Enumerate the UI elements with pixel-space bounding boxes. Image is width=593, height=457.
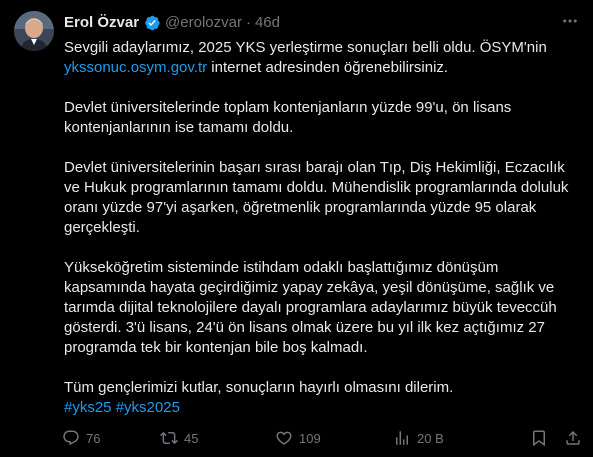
tweet-p1-text: Sevgili adaylarımız, 2025 YKS yerleştirm… (64, 39, 547, 56)
share-icon (566, 430, 580, 445)
avatar[interactable] (14, 11, 54, 51)
hashtags[interactable]: #yks25 #yks2025 (64, 398, 580, 418)
tweet-paragraph-4: Yükseköğretim sisteminde istihdam odaklı… (64, 259, 557, 356)
result-link[interactable]: ykssonuc.osym.gov.tr (64, 59, 207, 76)
views-chart-icon (396, 431, 408, 445)
tweet-card[interactable]: Erol Özvar @erolozvar · 46d Sevgili aday… (0, 0, 593, 457)
separator-dot: · (245, 14, 251, 31)
repost-count: 45 (184, 430, 199, 446)
tweet-paragraph-3: Devlet üniversitelerinin başarı sırası b… (64, 159, 569, 236)
like-button[interactable]: 109 (275, 429, 393, 447)
more-options-icon[interactable] (559, 10, 581, 32)
repost-icon (160, 431, 178, 445)
tweet-p1-tail: internet adresinden öğrenebilirsiniz. (207, 59, 449, 76)
tweet-header: Erol Özvar @erolozvar · 46d (64, 13, 584, 33)
verified-badge-icon (145, 15, 160, 31)
tweet-paragraph-5: Tüm gençlerimizi kutlar, sonuçların hayı… (64, 379, 454, 396)
heart-icon (276, 431, 292, 445)
views-count: 20 B (417, 430, 444, 446)
author-name[interactable]: Erol Özvar (64, 13, 139, 33)
reply-count: 76 (86, 430, 101, 446)
timestamp[interactable]: 46d (255, 13, 280, 33)
tweet-paragraph-2: Devlet üniversitelerinde toplam kontenja… (64, 99, 512, 136)
bookmark-icon (533, 430, 545, 447)
author-handle[interactable]: @erolozvar (165, 13, 242, 33)
reply-button[interactable]: 76 (62, 429, 160, 447)
tweet-actions: 76 45 109 20 B (62, 428, 582, 448)
like-count: 109 (299, 430, 321, 446)
repost-button[interactable]: 45 (160, 429, 275, 447)
views-button[interactable]: 20 B (393, 429, 497, 447)
reply-icon (63, 430, 79, 446)
tweet-body: Sevgili adaylarımız, 2025 YKS yerleştirm… (64, 38, 580, 418)
share-button[interactable] (564, 429, 582, 447)
tweet-paragraph-1: Sevgili adaylarımız, 2025 YKS yerleştirm… (64, 38, 580, 78)
bookmark-button[interactable] (530, 429, 548, 447)
